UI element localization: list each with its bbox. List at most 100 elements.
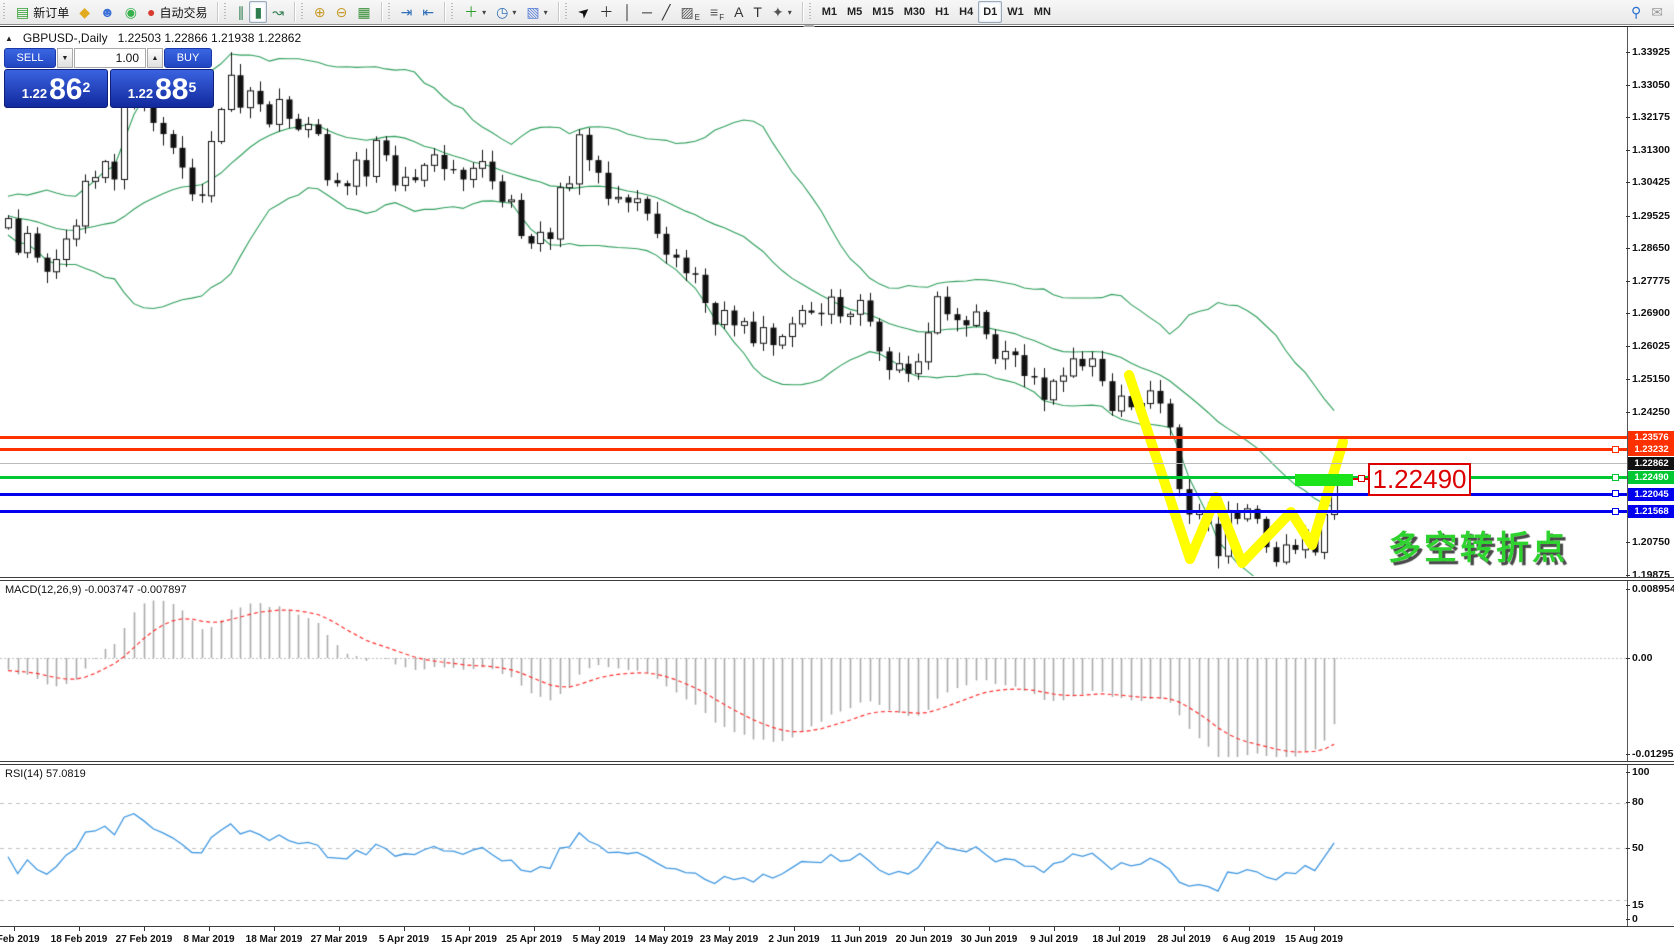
- date-axis-tick: [144, 927, 145, 931]
- level-line-handle[interactable]: [1612, 446, 1619, 453]
- sell-button[interactable]: SELL: [4, 48, 56, 68]
- price-axis-label: 1.33925: [1632, 46, 1670, 58]
- tf-h4-button[interactable]: H4: [954, 1, 978, 23]
- shift-end-button[interactable]: ⇥: [396, 1, 418, 23]
- bar-chart-button[interactable]: ∥: [232, 1, 249, 23]
- buy-price-display[interactable]: 1.22 88 5: [110, 69, 214, 108]
- green-highlight-bar[interactable]: [1295, 474, 1353, 486]
- date-axis-label: 28 Jul 2019: [1157, 934, 1210, 945]
- price-callout-label[interactable]: 1.22490: [1368, 463, 1471, 496]
- tf-m15-button[interactable]: M15: [867, 1, 898, 23]
- date-axis-tick: [924, 927, 925, 931]
- date-axis-label: 6 Aug 2019: [1223, 934, 1275, 945]
- zoom-in-button[interactable]: ⊕: [309, 1, 331, 23]
- date-axis-label: 9 Jul 2019: [1030, 934, 1078, 945]
- vline-button[interactable]: │: [618, 1, 637, 23]
- chat-button[interactable]: ✉: [1646, 1, 1668, 23]
- tf-w1-button[interactable]: W1: [1002, 1, 1029, 23]
- date-axis-label: 27 Mar 2019: [311, 934, 368, 945]
- sell-price-big: 86: [49, 76, 82, 104]
- macd-axis-label: -0.012957: [1632, 748, 1674, 760]
- chevron-down-icon: ▾: [788, 8, 792, 17]
- tf-m1-button[interactable]: M1: [817, 1, 842, 23]
- chevron-down-icon: ▾: [512, 8, 516, 17]
- tile-windows-button[interactable]: ▦: [352, 1, 375, 23]
- search-button[interactable]: ⚲: [1626, 1, 1646, 23]
- callout-handle[interactable]: [1358, 475, 1365, 482]
- crosshair-button[interactable]: ＋: [594, 1, 618, 23]
- level-line-handle[interactable]: [1612, 474, 1619, 481]
- price-level-line[interactable]: [0, 448, 1627, 451]
- tf-d1-button[interactable]: D1: [978, 1, 1002, 23]
- candlestick-button[interactable]: ▮: [249, 1, 267, 23]
- line-chart-button[interactable]: ↝: [267, 1, 289, 23]
- tf-m5-button[interactable]: M5: [842, 1, 867, 23]
- rsi-axis-label: 0: [1632, 913, 1638, 925]
- date-axis-label: 15 Apr 2019: [441, 934, 497, 945]
- buy-button[interactable]: BUY: [164, 48, 212, 68]
- volume-input[interactable]: 1.00: [74, 48, 146, 68]
- date-axis-label: 18 Feb 2019: [51, 934, 108, 945]
- volume-decrease-button[interactable]: ▼: [57, 48, 73, 68]
- new-order-button[interactable]: ▤新订单: [11, 1, 74, 23]
- templates-button[interactable]: ▧▾: [521, 1, 552, 23]
- signals-button[interactable]: ◉: [120, 1, 142, 23]
- terminal-icon: ☻: [100, 5, 115, 19]
- price-level-line[interactable]: [0, 436, 1627, 439]
- cursor-button[interactable]: ➤: [573, 1, 595, 23]
- date-axis-tick: [989, 927, 990, 931]
- collapse-chart-icon[interactable]: ▲: [5, 34, 13, 43]
- sell-price-display[interactable]: 1.22 86 2: [4, 69, 108, 108]
- autotrading-button[interactable]: ●自动交易: [142, 1, 212, 23]
- periods-icon: ◷: [496, 5, 508, 19]
- date-axis-tick: [469, 927, 470, 931]
- toolbar-drag-handle[interactable]: [564, 3, 569, 21]
- hline-icon: ─: [642, 5, 652, 19]
- toolbar-drag-handle[interactable]: [300, 3, 305, 21]
- toolbar-button-label: 新订单: [33, 4, 69, 21]
- toolbar-drag-handle[interactable]: [223, 3, 228, 21]
- metaeditor-button[interactable]: ◆: [74, 1, 95, 23]
- toolbar-drag-handle[interactable]: [387, 3, 392, 21]
- tf-m30-button[interactable]: M30: [899, 1, 930, 23]
- auto-scroll-button[interactable]: ⇤: [417, 1, 439, 23]
- price-level-line[interactable]: [0, 510, 1627, 513]
- autotrading-icon: ●: [147, 5, 155, 19]
- turning-point-annotation[interactable]: 多空转折点: [1388, 521, 1568, 569]
- toolbar: ▤新订单◆☻◉●自动交易∥▮↝⊕⊖▦⇥⇤＋▾◷▾▧▾➤＋│─╱▨E≡FAT✦▾M…: [0, 0, 1674, 25]
- chat-icon: ✉: [1651, 5, 1663, 19]
- chart-window[interactable]: ▲ GBPUSD-,Daily 1.22503 1.22866 1.21938 …: [0, 26, 1674, 948]
- label-button[interactable]: T: [748, 1, 767, 23]
- macd-pane-separator[interactable]: [0, 577, 1674, 581]
- zoom-out-button[interactable]: ⊖: [331, 1, 353, 23]
- channel-button[interactable]: ▨E: [675, 1, 705, 23]
- toolbar-group: ∥ ▮ ↝: [230, 0, 290, 25]
- hline-button[interactable]: ─: [637, 1, 657, 23]
- periods-button[interactable]: ◷▾: [491, 1, 521, 23]
- text-button[interactable]: A: [729, 1, 748, 23]
- toolbar-separator: [217, 2, 218, 22]
- terminal-button[interactable]: ☻: [95, 1, 120, 23]
- toolbar-drag-handle[interactable]: [450, 3, 455, 21]
- volume-increase-button[interactable]: ▲: [147, 48, 163, 68]
- rsi-pane-separator[interactable]: [0, 761, 1674, 765]
- trendline-button[interactable]: ╱: [657, 1, 675, 23]
- date-axis-label: 18 Mar 2019: [246, 934, 303, 945]
- toolbar-drag-handle[interactable]: [808, 3, 813, 21]
- price-axis-label: 1.29525: [1632, 210, 1670, 222]
- fibonacci-button[interactable]: ≡F: [705, 1, 729, 23]
- level-line-handle[interactable]: [1612, 508, 1619, 515]
- level-line-handle[interactable]: [1612, 490, 1619, 497]
- shapes-button[interactable]: ✦▾: [767, 1, 797, 23]
- indicators-button[interactable]: ＋▾: [459, 1, 491, 23]
- tf-mn-button[interactable]: MN: [1029, 1, 1056, 23]
- toolbar-group: ⊕⊖ ▦: [307, 0, 378, 25]
- sell-price-small: 1.22: [22, 84, 47, 104]
- mt4-window: ▤新订单◆☻◉●自动交易∥▮↝⊕⊖▦⇥⇤＋▾◷▾▧▾➤＋│─╱▨E≡FAT✦▾M…: [0, 0, 1674, 948]
- tf-h1-button[interactable]: H1: [930, 1, 954, 23]
- tile-windows-icon: ▦: [357, 5, 370, 19]
- toolbar-separator: [444, 2, 445, 22]
- candlestick-icon: ▮: [254, 5, 262, 19]
- toolbar-drag-handle[interactable]: [2, 3, 7, 21]
- price-axis-label: 1.30425: [1632, 176, 1670, 188]
